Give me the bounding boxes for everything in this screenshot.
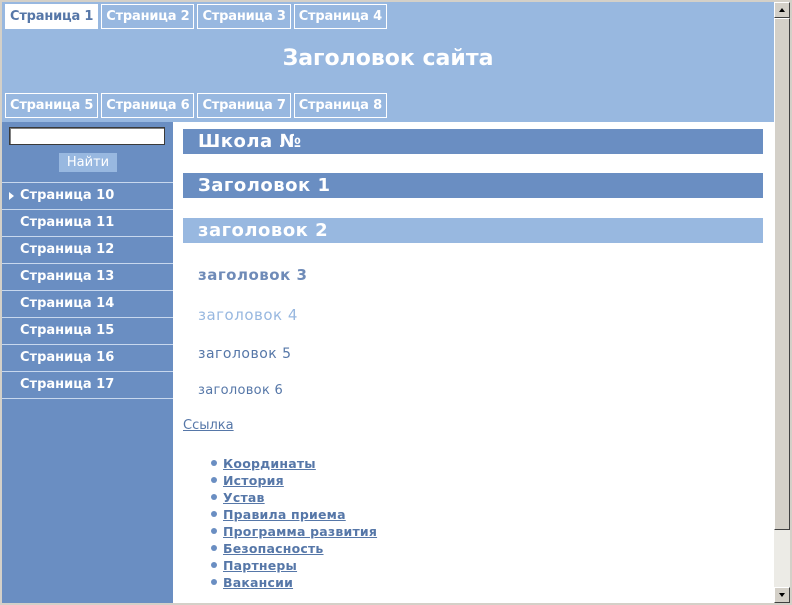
- site-header: Страница 1 Страница 2 Страница 3 Страниц…: [2, 2, 774, 122]
- arrow-down-icon: [779, 593, 785, 597]
- main-content: Школа № Заголовок 1 заголовок 2 заголово…: [183, 122, 763, 603]
- link-history[interactable]: История: [223, 473, 284, 488]
- link-charter[interactable]: Устав: [223, 490, 265, 505]
- tab-page-7[interactable]: Страница 7: [197, 93, 291, 118]
- search-button[interactable]: Найти: [59, 153, 117, 172]
- sidebar-item-page-10[interactable]: Страница 10: [2, 182, 173, 209]
- heading-2: заголовок 2: [183, 218, 763, 243]
- heading-3: заголовок 3: [198, 266, 308, 284]
- scroll-down-button[interactable]: [774, 587, 790, 603]
- heading-1: Заголовок 1: [183, 173, 763, 198]
- list-item: Правила приема: [208, 506, 377, 523]
- tab-page-1[interactable]: Страница 1: [5, 4, 99, 29]
- list-item: Программа развития: [208, 523, 377, 540]
- tab-page-5[interactable]: Страница 5: [5, 93, 99, 118]
- sample-link[interactable]: Ссылка: [183, 418, 234, 433]
- tab-page-8[interactable]: Страница 8: [293, 93, 387, 118]
- sidebar-item-label: Страница 13: [20, 269, 115, 284]
- bullet-icon: [211, 460, 217, 466]
- scroll-up-button[interactable]: [774, 2, 790, 18]
- sidebar-item-label: Страница 15: [20, 323, 115, 338]
- tab-page-6[interactable]: Страница 6: [101, 93, 195, 118]
- bullet-icon: [211, 562, 217, 568]
- search-input[interactable]: [9, 127, 165, 145]
- list-item: Координаты: [208, 455, 377, 472]
- scroll-thumb[interactable]: [774, 18, 790, 530]
- school-title: Школа №: [183, 129, 763, 154]
- bullet-icon: [211, 545, 217, 551]
- bullet-icon: [211, 511, 217, 517]
- bottom-tabs: Страница 5 Страница 6 Страница 7 Страниц…: [2, 93, 387, 118]
- sidebar-item-page-13[interactable]: Страница 13: [2, 263, 173, 290]
- sidebar-item-page-14[interactable]: Страница 14: [2, 290, 173, 317]
- link-admission-rules[interactable]: Правила приема: [223, 507, 346, 522]
- link-list: Координаты История Устав Правила приема …: [208, 455, 377, 591]
- bullet-icon: [211, 494, 217, 500]
- sidebar-item-label: Страница 12: [20, 242, 115, 257]
- vertical-scrollbar[interactable]: [774, 2, 790, 603]
- link-partners[interactable]: Партнеры: [223, 558, 297, 573]
- heading-6: заголовок 6: [198, 383, 284, 398]
- sidebar-menu: Страница 10 Страница 11 Страница 12 Стра…: [2, 182, 173, 399]
- sidebar-item-label: Страница 11: [20, 215, 115, 230]
- top-tabs: Страница 1 Страница 2 Страница 3 Страниц…: [2, 4, 387, 29]
- sidebar-item-label: Страница 16: [20, 350, 115, 365]
- sidebar-item-page-16[interactable]: Страница 16: [2, 344, 173, 371]
- bullet-icon: [211, 579, 217, 585]
- bullet-icon: [211, 477, 217, 483]
- tab-page-2[interactable]: Страница 2: [101, 4, 195, 29]
- site-title: Заголовок сайта: [282, 46, 494, 71]
- list-item: Партнеры: [208, 557, 377, 574]
- heading-5: заголовок 5: [198, 346, 292, 362]
- list-item: Безопасность: [208, 540, 377, 557]
- heading-4: заголовок 4: [198, 306, 298, 324]
- arrow-up-icon: [779, 8, 785, 12]
- tab-page-4[interactable]: Страница 4: [293, 4, 387, 29]
- sidebar-item-page-11[interactable]: Страница 11: [2, 209, 173, 236]
- list-item: Вакансии: [208, 574, 377, 591]
- sidebar: Найти Страница 10 Страница 11 Страница 1…: [2, 122, 173, 603]
- sidebar-item-label: Страница 14: [20, 296, 115, 311]
- link-vacancies[interactable]: Вакансии: [223, 575, 293, 590]
- list-item: Устав: [208, 489, 377, 506]
- sidebar-item-page-15[interactable]: Страница 15: [2, 317, 173, 344]
- sidebar-item-label: Страница 10: [20, 188, 115, 203]
- link-development-program[interactable]: Программа развития: [223, 524, 377, 539]
- browser-viewport: Страница 1 Страница 2 Страница 3 Страниц…: [2, 2, 774, 603]
- link-coordinates[interactable]: Координаты: [223, 456, 316, 471]
- sidebar-item-label: Страница 17: [20, 377, 115, 392]
- link-safety[interactable]: Безопасность: [223, 541, 324, 556]
- list-item: История: [208, 472, 377, 489]
- tab-page-3[interactable]: Страница 3: [197, 4, 291, 29]
- sidebar-item-page-12[interactable]: Страница 12: [2, 236, 173, 263]
- sidebar-item-page-17[interactable]: Страница 17: [2, 371, 173, 399]
- current-arrow-icon: [9, 192, 14, 200]
- bullet-icon: [211, 528, 217, 534]
